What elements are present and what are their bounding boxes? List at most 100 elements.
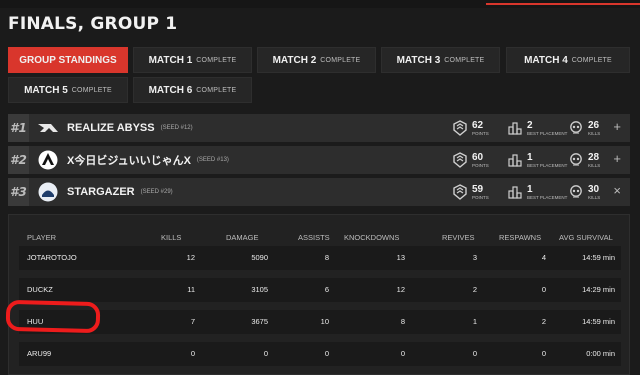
best-placement-stat: 2 BEST PLACEMENT: [508, 114, 567, 142]
points-label: POINTS: [472, 130, 489, 136]
avg-survival-cell: 14:29 min: [582, 285, 615, 294]
red-annotation-marker: [5, 299, 101, 334]
rank-badge: #2: [8, 146, 29, 174]
tab-match-1[interactable]: MATCH 1 COMPLETE: [133, 47, 252, 73]
podium-icon: [508, 154, 522, 167]
damage-cell: 3675: [251, 317, 268, 326]
team-seed: (SEED #12): [160, 125, 193, 131]
table-row: HUU 7 3675 10 8 1 2 14:59 min: [19, 310, 621, 334]
points-value: 62: [472, 119, 484, 131]
tab-label: MATCH 1: [148, 54, 193, 66]
tab-label: MATCH 5: [24, 84, 68, 96]
header-player: PLAYER: [27, 233, 57, 242]
best-placement-stat: 1 BEST PLACEMENT: [508, 146, 567, 174]
page-title: FINALS, GROUP 1: [8, 14, 178, 34]
damage-cell: 0: [263, 349, 268, 358]
kills-value: 28: [588, 151, 600, 163]
revives-cell: 3: [472, 253, 477, 262]
rank-badge: #1: [8, 114, 29, 142]
assists-cell: 0: [324, 349, 329, 358]
kills-cell: 12: [186, 253, 195, 262]
points-stat: 62 POINTS: [453, 114, 489, 142]
tab-label: MATCH 6: [148, 84, 193, 96]
tab-match-6[interactable]: MATCH 6 COMPLETE: [133, 77, 252, 103]
best-placement-label: BEST PLACEMENT: [527, 162, 568, 168]
best-placement-value: 2: [527, 119, 533, 131]
points-value: 60: [472, 151, 484, 163]
table-row: DUCKZ 11 3105 6 12 2 0 14:29 min: [19, 278, 621, 302]
stargazer-logo-icon: [37, 181, 59, 203]
team-name: STARGAZER: [67, 186, 135, 198]
team-name: X今日ビジュいいじゃんX: [67, 155, 191, 167]
respawns-cell: 0: [541, 349, 546, 358]
respawns-cell: 2: [541, 317, 546, 326]
respawns-cell: 4: [541, 253, 546, 262]
kills-label: KILLS: [588, 194, 601, 200]
respawns-cell: 0: [541, 285, 546, 294]
avg-survival-cell: 14:59 min: [582, 253, 615, 262]
tab-status: COMPLETE: [571, 56, 612, 64]
kills-label: KILLS: [588, 162, 601, 168]
tab-status: COMPLETE: [196, 56, 237, 64]
kills-cell: 7: [190, 317, 195, 326]
skull-icon: [570, 153, 582, 166]
damage-cell: 3105: [251, 285, 268, 294]
kills-stat: 26 KILLS: [569, 114, 600, 142]
team-row[interactable]: #2 X今日ビジュいいじゃんX (SEED #13) 60 POINTS 1 BES…: [8, 146, 630, 174]
tab-status: COMPLETE: [320, 56, 361, 64]
header-revives: REVIVES: [442, 233, 475, 242]
expand-icon[interactable]: +: [613, 120, 621, 134]
kills-label: KILLS: [588, 130, 601, 136]
best-placement-label: BEST PLACEMENT: [527, 194, 568, 200]
header-avg-survival: AVG SURVIVAL: [559, 233, 613, 242]
team-seed: (SEED #29): [140, 189, 173, 195]
points-icon: [453, 184, 467, 200]
top-bar-accent: [486, 3, 640, 5]
tab-match-2[interactable]: MATCH 2 COMPLETE: [257, 47, 376, 73]
top-bar: [0, 0, 640, 8]
kills-value: 30: [588, 183, 600, 195]
skull-icon: [570, 121, 582, 134]
tab-status: COMPLETE: [71, 86, 112, 94]
tab-match-4[interactable]: MATCH 4 COMPLETE: [506, 47, 630, 73]
player-stats-table: PLAYER KILLS DAMAGE ASSISTS KNOCKDOWNS R…: [8, 214, 630, 375]
best-placement-value: 1: [527, 183, 533, 195]
header-damage: DAMAGE: [226, 233, 259, 242]
tab-label: GROUP STANDINGS: [19, 54, 117, 66]
podium-icon: [508, 186, 522, 199]
points-label: POINTS: [472, 162, 489, 168]
header-kills: KILLS: [161, 233, 182, 242]
table-row: ARU99 0 0 0 0 0 0 0:00 min: [19, 342, 621, 366]
knockdowns-cell: 12: [396, 285, 405, 294]
kills-cell: 11: [187, 285, 195, 294]
points-stat: 60 POINTS: [453, 146, 489, 174]
tab-match-5[interactable]: MATCH 5 COMPLETE: [8, 77, 128, 103]
header-assists: ASSISTS: [298, 233, 330, 242]
tab-label: MATCH 4: [524, 54, 568, 66]
revives-cell: 2: [472, 285, 477, 294]
kills-stat: 28 KILLS: [569, 146, 600, 174]
team-row[interactable]: #3 STARGAZER (SEED #29) 59 POINTS 1 BEST P…: [8, 178, 630, 206]
tab-match-3[interactable]: MATCH 3 COMPLETE: [381, 47, 500, 73]
table-row: JOTAROTOJO 12 5090 8 13 3 4 14:59 min: [19, 246, 621, 270]
apex-logo-icon: [37, 149, 59, 171]
skull-icon: [570, 185, 582, 198]
realize-abyss-logo-icon: [37, 117, 59, 139]
header-respawns: RESPAWNS: [499, 233, 542, 242]
kills-stat: 30 KILLS: [569, 178, 600, 206]
tab-label: MATCH 3: [396, 54, 441, 66]
collapse-icon[interactable]: ×: [613, 184, 621, 198]
expand-icon[interactable]: +: [613, 152, 621, 166]
tab-group-standings[interactable]: GROUP STANDINGS: [8, 47, 128, 73]
knockdowns-cell: 13: [396, 253, 405, 262]
tab-status: COMPLETE: [196, 86, 237, 94]
damage-cell: 5090: [251, 253, 268, 262]
kills-cell: 0: [190, 349, 195, 358]
avg-survival-cell: 0:00 min: [586, 349, 615, 358]
assists-cell: 10: [320, 317, 329, 326]
team-row[interactable]: #1 REALIZE ABYSS (SEED #12) 62 POINTS 2 BE…: [8, 114, 630, 142]
best-placement-label: BEST PLACEMENT: [527, 130, 568, 136]
podium-icon: [508, 122, 522, 135]
player-name: JOTAROTOJO: [27, 253, 77, 262]
avg-survival-cell: 14:59 min: [582, 317, 615, 326]
